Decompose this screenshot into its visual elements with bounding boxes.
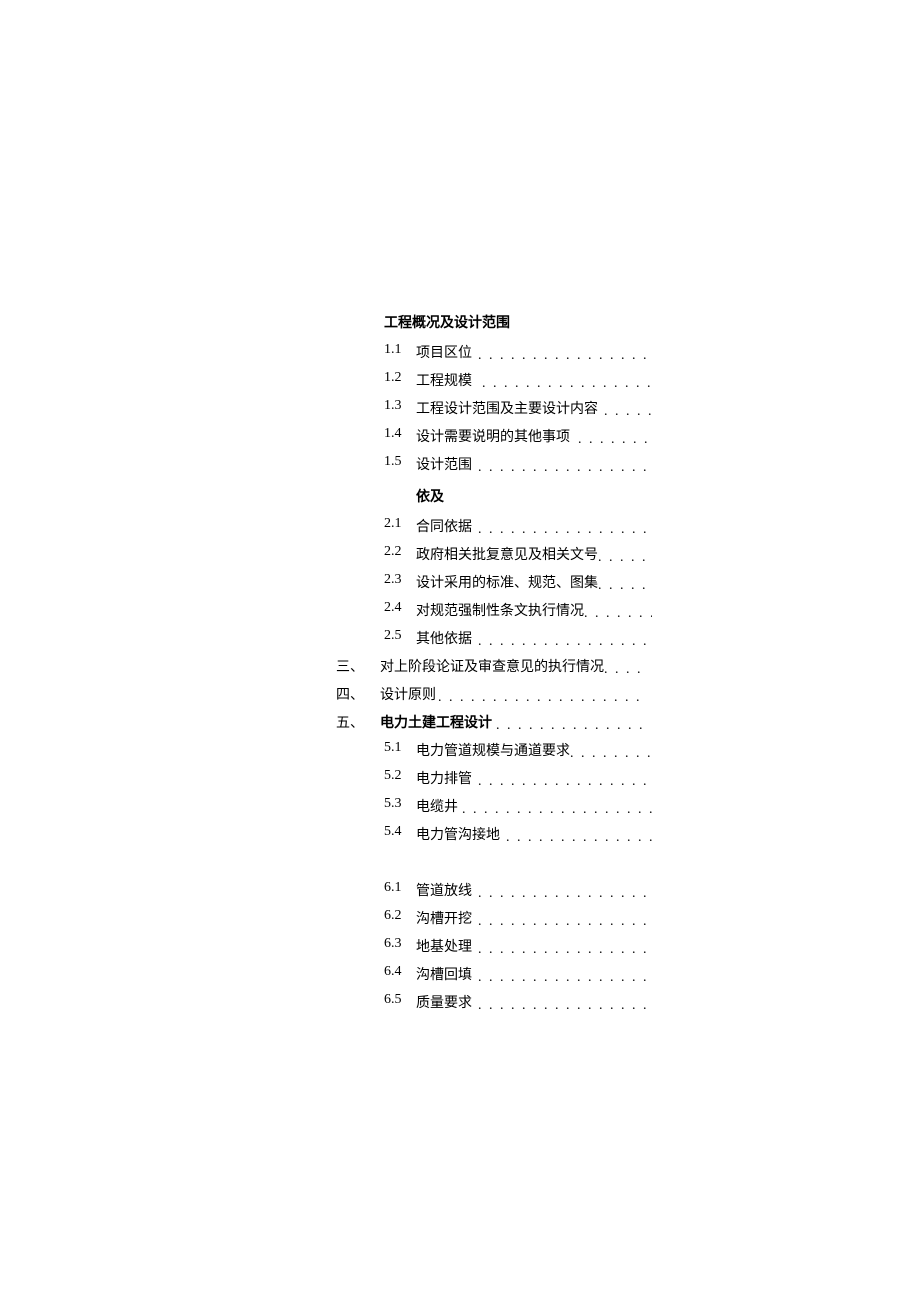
toc-dots: . . . . . . . . . . . . . . . . . . . . … bbox=[478, 970, 652, 984]
toc-item-title: 地基处理 bbox=[416, 936, 472, 956]
toc-item: 6.2 沟槽开挖 . . . . . . . . . . . . . . . .… bbox=[384, 908, 652, 936]
toc-dots: . . . . . . . . . . . . . . . . . . . . … bbox=[478, 886, 652, 900]
toc-item: 1.4 设计需要说明的其他事项 . . . . . . . . . . . bbox=[384, 426, 652, 454]
toc-item-title: 电力管沟接地 bbox=[416, 824, 500, 844]
toc-dots: . . . . . . . . . . . . . . . . . . . . … bbox=[438, 690, 646, 704]
toc-item: 2.1 合同依据 . . . . . . . . . . . . . . . .… bbox=[384, 516, 652, 544]
toc-item-title: 项目区位 bbox=[416, 342, 472, 362]
toc-section-prefix: 五、 bbox=[336, 712, 364, 732]
toc-item: 1.5 设计范围 . . . . . . . . . . . . . . . .… bbox=[384, 454, 652, 482]
toc-item: 1.1 项目区位 . . . . . . . . . . . . . . . .… bbox=[384, 342, 652, 370]
toc-item-title: 沟槽回填 bbox=[416, 964, 472, 984]
toc-item-num: 1.5 bbox=[384, 454, 402, 470]
toc-item: 6.5 质量要求 . . . . . . . . . . . . . . . .… bbox=[384, 992, 652, 1020]
toc-item-num: 6.2 bbox=[384, 908, 402, 924]
toc-item-num: 2.3 bbox=[384, 572, 402, 588]
toc-item: 6.3 地基处理 . . . . . . . . . . . . . . . .… bbox=[384, 936, 652, 964]
toc-dots: . . . . . . . . . . . . . . . . . . . . … bbox=[478, 774, 652, 788]
toc-section-prefix: 四、 bbox=[336, 684, 364, 704]
toc-section: 五、 电力土建工程设计 . . . . . . . . . . . . . . … bbox=[336, 712, 646, 740]
toc-item-title: 对规范强制性条文执行情况 bbox=[416, 600, 584, 620]
toc-item-num: 5.3 bbox=[384, 796, 402, 812]
toc-item-title: 管道放线 bbox=[416, 880, 472, 900]
toc-dots: . . . . . . . . . . . . . . . . . . . . … bbox=[462, 802, 652, 816]
toc-item-num: 6.4 bbox=[384, 964, 402, 980]
toc-dots: . . . . . . . bbox=[604, 404, 652, 418]
toc-dots: . . . . . . . . . . . . . . . . . . . . … bbox=[478, 942, 652, 956]
toc-item-title: 电力管道规模与通道要求 bbox=[416, 740, 570, 760]
toc-dots: . . . . . . . . . . . . . . . . . . . . … bbox=[482, 376, 652, 390]
toc-item: 1.3 工程设计范围及主要设计内容 . . . . . . . bbox=[384, 398, 652, 426]
toc-item-num: 2.2 bbox=[384, 544, 402, 560]
toc-item: 2.3 设计采用的标准、规范、图集 . . . . . . . . bbox=[384, 572, 652, 600]
toc-item-num: 5.1 bbox=[384, 740, 402, 756]
toc-item-title: 其他依据 bbox=[416, 628, 472, 648]
toc-item-title: 合同依据 bbox=[416, 516, 472, 536]
toc-spacer bbox=[336, 852, 646, 880]
toc-item-num: 2.4 bbox=[384, 600, 402, 616]
toc-item-num: 5.4 bbox=[384, 824, 402, 840]
toc-dots: . . . . . . . . bbox=[598, 578, 652, 592]
toc-dots: . . . . . . . . . . . . . . . . . . . . … bbox=[496, 718, 646, 732]
toc-section-title: 电力土建工程设计 bbox=[380, 712, 492, 732]
toc-item: 5.4 电力管沟接地 . . . . . . . . . . . . . . .… bbox=[384, 824, 652, 852]
toc-item: 6.1 管道放线 . . . . . . . . . . . . . . . .… bbox=[384, 880, 652, 908]
toc-item-title: 质量要求 bbox=[416, 992, 472, 1012]
toc-item-num: 5.2 bbox=[384, 768, 402, 784]
toc-item-title: 电力排管 bbox=[416, 768, 472, 788]
toc-item-num: 2.1 bbox=[384, 516, 402, 532]
toc-container: 工程概况及设计范围 1.1 项目区位 . . . . . . . . . . .… bbox=[336, 312, 646, 1020]
toc-dots: . . . . . . . . bbox=[598, 550, 652, 564]
toc-item-num: 1.1 bbox=[384, 342, 402, 358]
toc-dots: . . . . . . . . . . . . . . . . . . . . … bbox=[478, 634, 652, 648]
toc-item: 6.4 沟槽回填 . . . . . . . . . . . . . . . .… bbox=[384, 964, 652, 992]
toc-item-title: 工程设计范围及主要设计内容 bbox=[416, 398, 598, 418]
toc-dots: . . . . . . . . . . . . bbox=[570, 746, 652, 760]
toc-item-num: 1.4 bbox=[384, 426, 402, 442]
toc-item-title: 沟槽开挖 bbox=[416, 908, 472, 928]
toc-item-title: 设计采用的标准、规范、图集 bbox=[416, 572, 598, 592]
toc-heading-1: 工程概况及设计范围 bbox=[384, 312, 646, 332]
toc-item-num: 1.3 bbox=[384, 398, 402, 414]
toc-item-num: 1.2 bbox=[384, 370, 402, 386]
toc-item-num: 6.5 bbox=[384, 992, 402, 1008]
toc-section-title: 设计原则 bbox=[380, 684, 436, 704]
toc-item: 2.4 对规范强制性条文执行情况 . . . . . . . . . . bbox=[384, 600, 652, 628]
toc-item: 5.1 电力管道规模与通道要求 . . . . . . . . . . . . bbox=[384, 740, 652, 768]
toc-section: 三、 对上阶段论证及审查意见的执行情况 . . . . . . . . bbox=[336, 656, 646, 684]
toc-dots: . . . . . . . . . . . bbox=[578, 432, 652, 446]
toc-item-num: 6.1 bbox=[384, 880, 402, 896]
toc-item: 2.5 其他依据 . . . . . . . . . . . . . . . .… bbox=[384, 628, 652, 656]
toc-dots: . . . . . . . . . . . . . . . . . . . . … bbox=[478, 460, 652, 474]
toc-dots: . . . . . . . . . . . . . . . . . . . . … bbox=[478, 998, 652, 1012]
toc-item: 5.3 电缆井 . . . . . . . . . . . . . . . . … bbox=[384, 796, 652, 824]
toc-item-title: 设计范围 bbox=[416, 454, 472, 474]
toc-heading-2: 依及 bbox=[416, 486, 646, 506]
toc-item-title: 工程规模 bbox=[416, 370, 472, 390]
toc-item-title: 设计需要说明的其他事项 bbox=[416, 426, 570, 446]
toc-dots: . . . . . . . . . . . . . . . . . . . . … bbox=[478, 348, 652, 362]
toc-dots: . . . . . . . . . . bbox=[584, 606, 652, 620]
toc-dots: . . . . . . . . . . . . . . . . . . . . … bbox=[478, 914, 652, 928]
toc-dots: . . . . . . . . . . . . . . . . . . . . … bbox=[506, 830, 652, 844]
toc-section: 四、 设计原则 . . . . . . . . . . . . . . . . … bbox=[336, 684, 646, 712]
toc-item: 5.2 电力排管 . . . . . . . . . . . . . . . .… bbox=[384, 768, 652, 796]
toc-item-title: 电缆井 bbox=[416, 796, 458, 816]
toc-item-title: 政府相关批复意见及相关文号 bbox=[416, 544, 598, 564]
toc-item: 2.2 政府相关批复意见及相关文号 . . . . . . . . bbox=[384, 544, 652, 572]
toc-section-title: 对上阶段论证及审查意见的执行情况 bbox=[380, 656, 604, 676]
toc-dots: . . . . . . . . bbox=[604, 662, 646, 676]
toc-item-num: 2.5 bbox=[384, 628, 402, 644]
toc-item-num: 6.3 bbox=[384, 936, 402, 952]
toc-item: 1.2 工程规模 . . . . . . . . . . . . . . . .… bbox=[384, 370, 652, 398]
toc-section-prefix: 三、 bbox=[336, 656, 364, 676]
toc-dots: . . . . . . . . . . . . . . . . . . . . … bbox=[478, 522, 652, 536]
